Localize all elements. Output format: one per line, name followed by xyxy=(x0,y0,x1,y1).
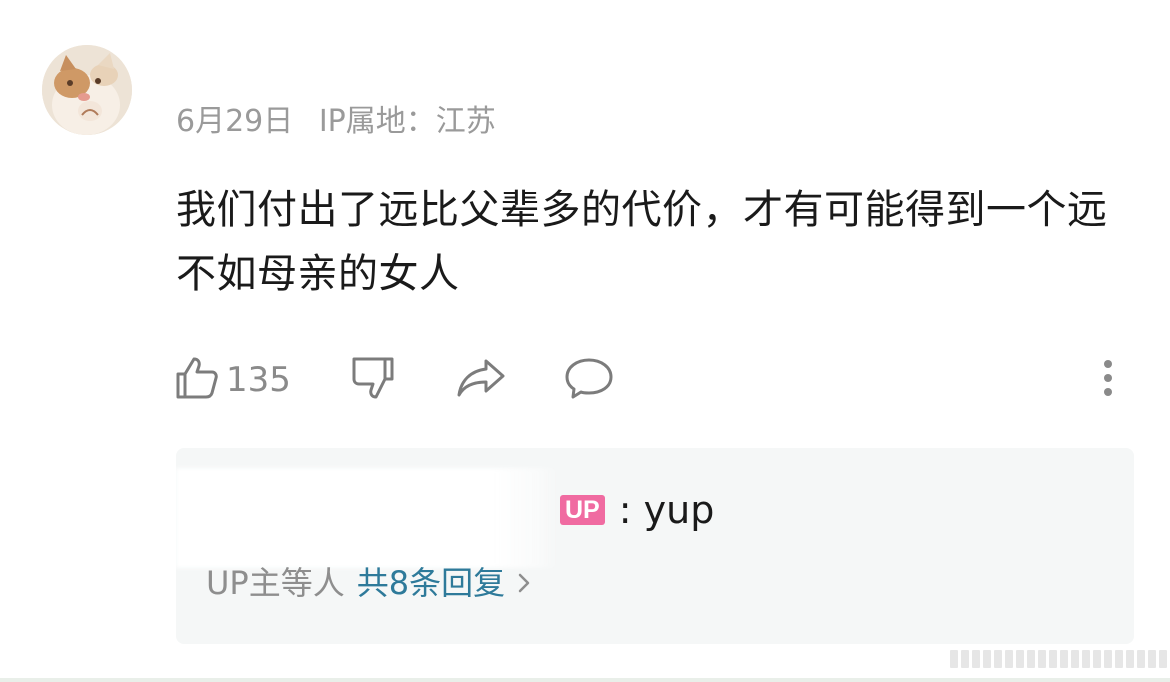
reply-count-link[interactable]: 共8条回复 xyxy=(357,560,505,606)
thumbs-down-icon xyxy=(350,355,396,405)
comment-text: 我们付出了远比父辈多的代价，才有可能得到一个远不如母亲的女人 xyxy=(176,187,1108,297)
more-vertical-icon xyxy=(1102,358,1114,402)
cat-avatar-image xyxy=(42,45,132,135)
ip-location: IP属地：江苏 xyxy=(318,104,496,139)
thumbs-up-icon xyxy=(174,355,220,405)
share-button[interactable] xyxy=(456,352,506,408)
reply-authors: UP主等人 xyxy=(206,564,345,602)
like-count: 135 xyxy=(226,360,291,400)
like-button[interactable]: 135 xyxy=(174,352,291,408)
comment-date: 6月29日 xyxy=(176,104,294,139)
avatar[interactable] xyxy=(42,45,132,135)
reply-item[interactable]: UP : yup xyxy=(560,484,714,536)
reply-text: : yup xyxy=(618,488,715,532)
dislike-button[interactable] xyxy=(350,352,396,408)
reply-preview[interactable]: UP : yup UP主等人 共8条回复 xyxy=(176,448,1134,644)
reply-button[interactable] xyxy=(564,352,614,408)
more-options-button[interactable] xyxy=(1090,352,1126,408)
redacted-username xyxy=(176,468,560,568)
bottom-divider xyxy=(0,678,1170,682)
watermark xyxy=(950,650,1167,668)
view-replies-link[interactable]: UP主等人 共8条回复 xyxy=(206,560,531,606)
up-badge: UP xyxy=(560,495,605,525)
comment-icon xyxy=(564,355,614,405)
comment-card: 6月29日 IP属地：江苏 我们付出了远比父辈多的代价，才有可能得到一个远不如母… xyxy=(0,0,1170,682)
comment-meta: 6月29日 IP属地：江苏 xyxy=(176,102,496,142)
share-icon xyxy=(456,355,506,405)
chevron-right-icon xyxy=(517,572,531,594)
